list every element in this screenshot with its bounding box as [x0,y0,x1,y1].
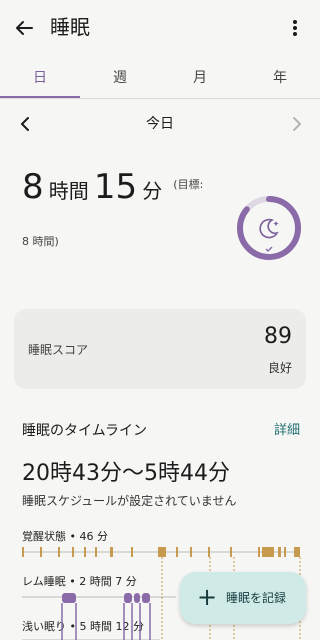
goal-value: 8 時間) [22,235,59,248]
check-icon [265,246,273,252]
tab-month[interactable]: 月 [160,60,240,98]
tab-day[interactable]: 日 [0,60,80,98]
sleep-score-rating: 良好 [267,361,292,375]
sleep-duration: 8 時間 15 分 (目標: [22,167,203,211]
chevron-left-icon [21,117,29,131]
goal-prefix: (目標: [173,178,204,191]
moon-stars-icon [259,218,279,239]
goal-progress-ring [234,193,304,263]
duration-hours-unit: 時間 [48,179,89,203]
timeline-time-range: 20時43分〜5時44分 [22,461,230,486]
page-title: 睡眠 [50,15,90,39]
duration-minutes-unit: 分 [142,179,163,203]
more-options-button[interactable] [284,14,306,42]
arrow-left-icon [16,21,33,35]
rem-connectors [61,603,151,640]
duration-minutes: 15 [93,167,138,207]
record-sleep-label: 睡眠を記録 [226,591,287,605]
app-bar: 睡眠 [0,0,320,56]
tab-divider [0,98,320,99]
sleep-score-label: 睡眠スコア [28,343,89,357]
duration-hours: 8 [22,167,44,207]
chevron-right-icon [293,117,301,131]
more-vert-icon [293,20,297,36]
sleep-score-value: 89 [264,324,292,349]
date-label: 今日 [146,116,174,132]
plus-icon: + [196,583,218,611]
tab-week[interactable]: 週 [80,60,160,98]
next-day-button[interactable] [286,112,308,136]
timeline-title: 睡眠のタイムライン [22,423,148,439]
schedule-note: 睡眠スケジュールが設定されていません [22,494,237,508]
goal-ring-svg [237,196,301,260]
period-tabs: 日 週 月 年 [0,60,320,98]
record-sleep-button[interactable]: + 睡眠を記録 [180,572,306,624]
previous-day-button[interactable] [14,112,36,136]
back-button[interactable] [10,14,38,42]
tab-year[interactable]: 年 [240,60,320,98]
timeline-detail-link[interactable]: 詳細 [260,421,300,441]
